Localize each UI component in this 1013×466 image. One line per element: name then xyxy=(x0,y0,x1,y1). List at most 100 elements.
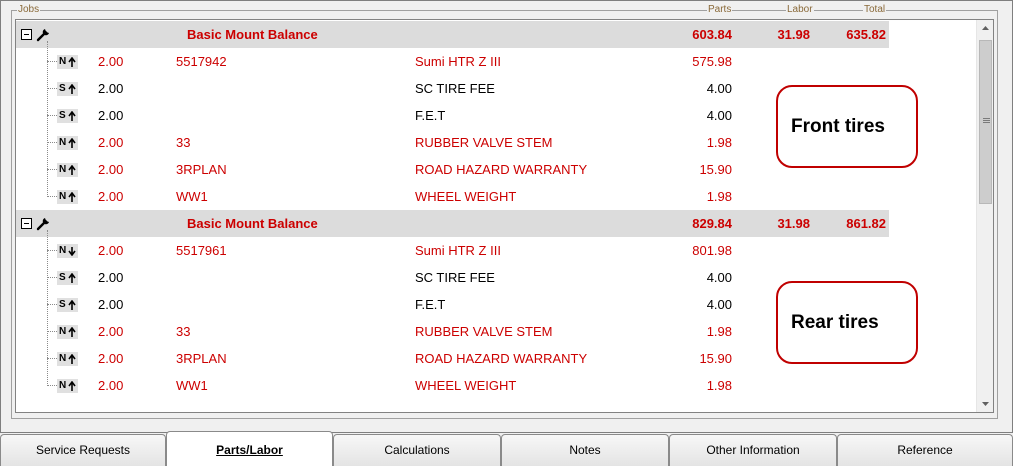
line-description: RUBBER VALVE STEM xyxy=(415,135,553,150)
line-description: WHEEL WEIGHT xyxy=(415,378,517,393)
tab-strip: Service Requests Parts/Labor Calculations N… xyxy=(0,431,1013,466)
tab-calculations[interactable]: Calculations xyxy=(333,434,501,466)
line-item-row[interactable]: N 2.00 WW1 WHEEL WEIGHT 1.98 xyxy=(16,183,976,210)
line-amount: 4.00 xyxy=(706,81,732,96)
line-type-badge: N xyxy=(57,136,78,150)
line-description: RUBBER VALVE STEM xyxy=(415,324,553,339)
wrench-icon xyxy=(36,218,49,231)
front-tires-callout: Front tires xyxy=(776,85,918,168)
line-description: Sumi HTR Z III xyxy=(415,243,501,258)
line-type-badge: N xyxy=(57,379,78,393)
job-parts-total: 829.84 xyxy=(692,216,732,231)
tab-other-information[interactable]: Other Information xyxy=(669,434,837,466)
collapse-icon[interactable] xyxy=(21,218,32,229)
tab-label: Reference xyxy=(897,443,953,457)
scroll-thumb[interactable] xyxy=(979,40,992,204)
line-amount: 4.00 xyxy=(706,297,732,312)
line-description: F.E.T xyxy=(415,297,446,312)
line-description: WHEEL WEIGHT xyxy=(415,189,517,204)
tab-notes[interactable]: Notes xyxy=(501,434,669,466)
parts-labor-panel: Jobs Parts Labor Total Basic Mount Balan… xyxy=(0,0,1013,433)
tab-reference[interactable]: Reference xyxy=(837,434,1013,466)
line-amount: 801.98 xyxy=(692,243,732,258)
line-qty: 2.00 xyxy=(98,189,124,204)
rear-tires-callout: Rear tires xyxy=(776,281,918,364)
parts-column-header: Parts xyxy=(707,4,733,15)
line-qty: 2.00 xyxy=(98,378,124,393)
line-type-badge: S xyxy=(57,271,78,285)
vertical-scrollbar[interactable] xyxy=(976,20,993,412)
tab-label: Notes xyxy=(569,443,601,457)
line-part-number: WW1 xyxy=(176,189,208,204)
line-type-badge: S xyxy=(57,298,78,312)
arrow-up-icon xyxy=(68,111,76,121)
line-qty: 2.00 xyxy=(98,324,124,339)
line-item-row[interactable]: N 2.00 5517961 Sumi HTR Z III 801.98 xyxy=(16,237,976,264)
scroll-down-button[interactable] xyxy=(977,395,993,412)
line-description: Sumi HTR Z III xyxy=(415,54,501,69)
line-qty: 2.00 xyxy=(98,297,124,312)
line-qty: 2.00 xyxy=(98,81,124,96)
line-part-number: WW1 xyxy=(176,378,208,393)
wrench-icon xyxy=(36,29,49,42)
jobs-legend: Jobs xyxy=(17,4,41,15)
line-description: F.E.T xyxy=(415,108,446,123)
line-qty: 2.00 xyxy=(98,270,124,285)
tab-label: Parts/Labor xyxy=(216,443,283,457)
line-amount: 15.90 xyxy=(699,351,732,366)
line-qty: 2.00 xyxy=(98,351,124,366)
line-description: SC TIRE FEE xyxy=(415,270,495,285)
line-qty: 2.00 xyxy=(98,162,124,177)
arrow-up-icon xyxy=(68,84,76,94)
line-amount: 1.98 xyxy=(706,135,732,150)
line-type-badge: N xyxy=(57,325,78,339)
line-type-badge: S xyxy=(57,82,78,96)
line-description: ROAD HAZARD WARRANTY xyxy=(415,351,588,366)
arrow-up-icon xyxy=(68,381,76,391)
line-qty: 2.00 xyxy=(98,54,124,69)
job-labor-total: 31.98 xyxy=(777,27,810,42)
tab-label: Other Information xyxy=(706,443,800,457)
line-qty: 2.00 xyxy=(98,135,124,150)
arrow-up-icon xyxy=(68,192,76,202)
total-column-header: Total xyxy=(863,4,887,15)
tab-parts-labor[interactable]: Parts/Labor xyxy=(166,431,333,466)
arrow-up-icon xyxy=(68,327,76,337)
line-amount: 1.98 xyxy=(706,378,732,393)
tab-service-requests[interactable]: Service Requests xyxy=(0,434,166,466)
job-parts-total: 603.84 xyxy=(692,27,732,42)
tab-label: Service Requests xyxy=(35,443,131,457)
labor-column-header: Labor xyxy=(786,4,814,15)
line-part-number: 3RPLAN xyxy=(176,162,227,177)
arrow-down-icon xyxy=(982,402,989,406)
line-qty: 2.00 xyxy=(98,108,124,123)
job-row[interactable]: Basic Mount Balance 603.84 31.98 635.82 xyxy=(16,21,889,48)
line-type-badge: N xyxy=(57,244,78,258)
line-type-badge: N xyxy=(57,55,78,69)
line-part-number: 5517961 xyxy=(176,243,227,258)
line-amount: 4.00 xyxy=(706,270,732,285)
collapse-icon[interactable] xyxy=(21,29,32,40)
arrow-up-icon xyxy=(68,57,76,67)
line-part-number: 33 xyxy=(176,324,191,339)
line-part-number: 5517942 xyxy=(176,54,227,69)
line-type-badge: N xyxy=(57,352,78,366)
arrow-up-icon xyxy=(68,354,76,364)
line-type-badge: N xyxy=(57,163,78,177)
line-part-number: 3RPLAN xyxy=(176,351,227,366)
arrow-up-icon xyxy=(982,26,989,30)
line-item-row[interactable]: N 2.00 5517942 Sumi HTR Z III 575.98 xyxy=(16,48,976,75)
scroll-up-button[interactable] xyxy=(977,20,993,37)
line-item-row[interactable]: N 2.00 WW1 WHEEL WEIGHT 1.98 xyxy=(16,372,976,399)
tab-label: Calculations xyxy=(384,443,450,457)
job-grand-total: 861.82 xyxy=(846,216,886,231)
line-part-number: 33 xyxy=(176,135,191,150)
line-amount: 4.00 xyxy=(706,108,732,123)
arrow-up-icon xyxy=(68,273,76,283)
arrow-up-icon xyxy=(68,165,76,175)
arrow-up-icon xyxy=(68,300,76,310)
arrow-down-icon xyxy=(68,247,76,256)
line-type-badge: S xyxy=(57,109,78,123)
job-row[interactable]: Basic Mount Balance 829.84 31.98 861.82 xyxy=(16,210,889,237)
job-title: Basic Mount Balance xyxy=(187,27,318,42)
